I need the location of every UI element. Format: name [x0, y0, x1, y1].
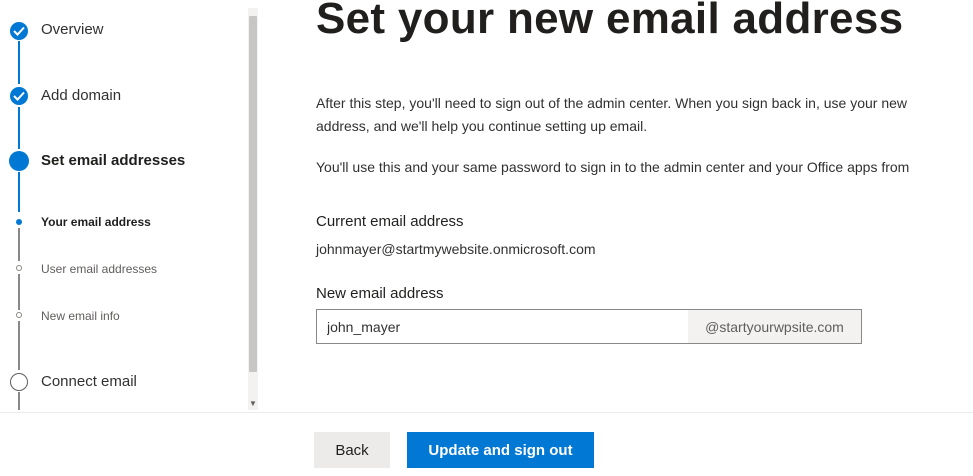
step-overview[interactable]: Overview — [41, 21, 104, 38]
step-connector — [18, 321, 20, 370]
wizard-stepper: Overview Add domain Set email addresses … — [0, 0, 260, 410]
current-email-value: johnmayer@startmywebsite.onmicrosoft.com — [316, 241, 596, 257]
empty-circle-icon — [10, 373, 28, 391]
new-email-label: New email address — [316, 285, 444, 302]
substep-current-dot-icon — [16, 219, 22, 225]
substep-your-email-address[interactable]: Your email address — [41, 215, 151, 229]
scroll-down-arrow-icon[interactable]: ▼ — [249, 400, 257, 408]
instruction-line: address, and we'll help you continue set… — [316, 118, 648, 134]
step-set-email-addresses[interactable]: Set email addresses — [41, 152, 185, 169]
substep-dot-icon — [16, 265, 22, 271]
check-icon — [10, 87, 28, 105]
instruction-line: After this step, you'll need to sign out… — [316, 95, 908, 111]
new-email-input[interactable] — [317, 310, 688, 343]
current-step-icon — [9, 151, 29, 171]
substep-new-email-info[interactable]: New email info — [41, 309, 120, 323]
footer-divider — [0, 412, 973, 413]
scrollbar-thumb[interactable] — [249, 16, 257, 372]
check-icon — [10, 22, 28, 40]
update-and-sign-out-button[interactable]: Update and sign out — [407, 432, 594, 468]
step-connector — [18, 274, 20, 310]
step-connector — [18, 172, 20, 212]
stepper-scrollbar[interactable]: ▼ — [248, 8, 258, 410]
new-email-field: @startyourwpsite.com — [316, 309, 862, 344]
step-connect-email[interactable]: Connect email — [41, 373, 137, 390]
step-connector — [18, 228, 20, 261]
substep-dot-icon — [16, 312, 22, 318]
page-title: Set your new email address — [316, 0, 904, 43]
step-connector — [18, 107, 20, 149]
back-button[interactable]: Back — [314, 432, 390, 468]
domain-suffix: @startyourwpsite.com — [688, 310, 861, 343]
instruction-paragraph: After this step, you'll need to sign out… — [316, 92, 907, 138]
step-add-domain[interactable]: Add domain — [41, 87, 121, 104]
step-connector — [18, 41, 20, 84]
substep-user-email-addresses[interactable]: User email addresses — [41, 262, 157, 276]
step-connector — [18, 392, 20, 410]
password-note: You'll use this and your same password t… — [316, 159, 910, 175]
current-email-label: Current email address — [316, 213, 464, 230]
